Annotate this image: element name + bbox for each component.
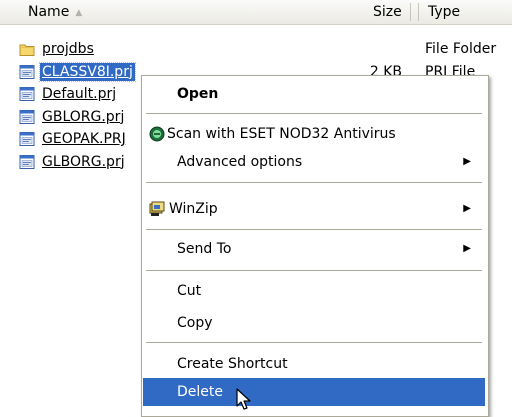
column-header-name[interactable]: Name ▲ [28, 0, 82, 24]
column-header-type-label: Type [428, 4, 461, 20]
menu-item-winzip[interactable]: WinZip ▶ [143, 195, 485, 223]
menu-item-delete-label: Delete [177, 384, 223, 400]
column-header-name-label: Name [28, 4, 70, 20]
menu-item-open-label: Open [177, 86, 219, 102]
file-name[interactable]: GEOPAK.PRJ [40, 130, 128, 148]
menu-item-copy[interactable]: Copy [143, 309, 485, 337]
column-header-type[interactable]: Type [428, 0, 460, 24]
prj-file-icon [19, 154, 35, 170]
column-header-size-label: Size [373, 4, 402, 20]
submenu-arrow-icon: ▶ [463, 203, 471, 214]
file-row[interactable]: projdbs File Folder [0, 38, 512, 60]
menu-item-open[interactable]: Open [143, 80, 485, 108]
mouse-pointer-icon [236, 388, 251, 410]
prj-file-icon [19, 109, 35, 125]
menu-separator [146, 113, 482, 114]
menu-item-advanced-options[interactable]: Advanced options ▶ [143, 148, 485, 176]
menu-item-cut-label: Cut [177, 283, 202, 299]
file-name[interactable]: GLBORG.prj [40, 153, 127, 171]
menu-separator [146, 270, 482, 271]
context-menu: Open Scan with ESET NOD32 Antivirus Adva… [141, 75, 489, 417]
menu-item-cut[interactable]: Cut [143, 277, 485, 305]
column-header-bar: Name ▲ Size Type [0, 0, 512, 25]
submenu-arrow-icon: ▶ [463, 243, 471, 254]
menu-separator [146, 229, 482, 230]
submenu-arrow-icon: ▶ [463, 156, 471, 167]
menu-item-send-to[interactable]: Send To ▶ [143, 235, 485, 263]
menu-item-copy-label: Copy [177, 315, 213, 331]
column-divider[interactable] [418, 3, 419, 21]
menu-item-create-shortcut[interactable]: Create Shortcut [143, 350, 485, 378]
prj-file-icon [19, 86, 35, 102]
menu-item-scan-label: Scan with ESET NOD32 Antivirus [167, 126, 396, 142]
column-divider[interactable] [410, 3, 411, 21]
prj-file-icon [19, 64, 35, 80]
menu-item-send-to-label: Send To [177, 241, 232, 257]
column-header-size[interactable]: Size [373, 0, 402, 24]
menu-item-delete[interactable]: Delete [143, 378, 485, 406]
file-type: File Folder [425, 41, 497, 57]
winzip-icon [149, 201, 165, 216]
file-name[interactable]: CLASSV8I.prj [39, 61, 136, 82]
prj-file-icon [19, 131, 35, 147]
sort-ascending-icon: ▲ [75, 8, 83, 18]
file-name[interactable]: Default.prj [40, 85, 118, 103]
menu-item-winzip-label: WinZip [169, 201, 218, 217]
menu-item-advanced-options-label: Advanced options [177, 154, 303, 170]
menu-item-create-shortcut-label: Create Shortcut [177, 356, 288, 372]
file-name[interactable]: projdbs [40, 40, 96, 58]
menu-item-scan[interactable]: Scan with ESET NOD32 Antivirus [143, 120, 485, 148]
menu-separator [146, 182, 482, 183]
file-name[interactable]: GBLORG.prj [40, 108, 126, 126]
eset-antivirus-icon [149, 126, 165, 142]
menu-separator [146, 342, 482, 343]
folder-icon [19, 41, 35, 57]
